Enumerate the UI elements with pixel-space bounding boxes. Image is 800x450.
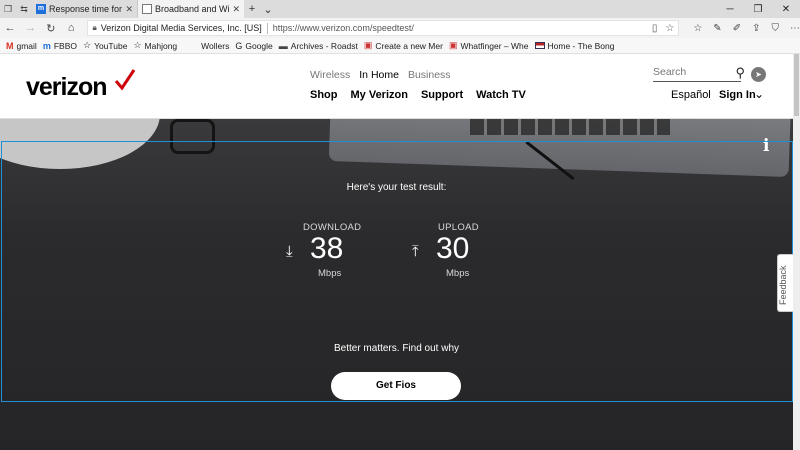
favorite-label: Archives - Roadst xyxy=(290,40,358,51)
lock-icon[interactable]: 🔒︎ xyxy=(92,23,96,33)
nav-support[interactable]: Support xyxy=(421,89,463,101)
signin-link[interactable]: Sign In xyxy=(719,89,756,101)
tab-list-icon[interactable]: ⇆ xyxy=(16,0,32,18)
favorite-gmail[interactable]: Mgmail xyxy=(6,41,37,51)
favorite-label: Create a new Mer xyxy=(375,40,443,51)
result-frame xyxy=(1,141,793,402)
nav-shop[interactable]: Shop xyxy=(310,89,338,101)
favorite-youtube[interactable]: ☆ YouTube xyxy=(83,40,127,51)
url-text[interactable]: https://www.verizon.com/speedtest/ xyxy=(273,23,644,33)
close-window-icon[interactable]: ✕ xyxy=(772,0,800,18)
favorite-label: FBBO xyxy=(53,40,77,51)
favorite-mahjong[interactable]: ☆ Mahjong xyxy=(133,40,177,51)
shield-icon[interactable]: ⛉ xyxy=(771,23,779,34)
minimize-icon[interactable]: ─ xyxy=(716,0,744,18)
scrollbar-thumb[interactable] xyxy=(794,54,799,116)
refresh-icon[interactable]: ↻ xyxy=(41,22,61,35)
url-field[interactable]: 🔒︎ Verizon Digital Media Services, Inc. … xyxy=(87,20,680,36)
reading-view-icon[interactable]: ▯ xyxy=(652,23,658,34)
search-placeholder: Search xyxy=(653,66,687,78)
annotate-icon[interactable]: ✐ xyxy=(733,23,741,34)
more-icon[interactable]: ⋯ xyxy=(790,23,800,34)
folder-icon: ▬ xyxy=(278,40,288,51)
favorite-label: Wollers xyxy=(201,40,230,51)
star-icon: ☆ xyxy=(133,40,142,50)
favorite-google[interactable]: G Google xyxy=(235,41,272,51)
home-icon[interactable]: ⌂ xyxy=(61,22,81,34)
gmail-icon: M xyxy=(6,40,14,51)
upload-unit: Mbps xyxy=(446,268,470,279)
browser-tab-1[interactable]: m Response time for repli ✕ xyxy=(32,0,138,18)
download-arrow-icon: ⤓ xyxy=(286,243,293,260)
back-icon[interactable]: ← xyxy=(0,22,20,34)
location-icon[interactable]: ➤ xyxy=(751,67,766,82)
info-icon[interactable]: i xyxy=(763,136,769,156)
browser-tab-2[interactable]: Broadband and Wi- ✕ xyxy=(138,0,244,18)
favorite-label: Mahjong xyxy=(144,40,178,51)
search-input[interactable]: Search ⚲ xyxy=(653,65,745,82)
site-identity[interactable]: Verizon Digital Media Services, Inc. [US… xyxy=(101,23,262,33)
m-favicon-icon: m xyxy=(36,4,46,14)
favorite-label: Whatfinger – Whe xyxy=(460,40,529,51)
favorite-label: gmail xyxy=(16,40,37,51)
pen-icon[interactable]: ✎ xyxy=(713,23,721,34)
favorite-bong[interactable]: Home - The Bong xyxy=(534,40,615,51)
top-link-in-home[interactable]: In Home xyxy=(359,69,399,81)
favorite-star-icon[interactable]: ☆ xyxy=(665,23,674,34)
get-fios-button[interactable]: Get Fios xyxy=(331,372,461,400)
top-links: Wireless In Home Business xyxy=(310,69,451,81)
favorites-hub-icon[interactable]: ☆ xyxy=(693,23,702,34)
download-unit: Mbps xyxy=(318,268,342,279)
favorite-label: YouTube xyxy=(94,40,128,51)
site-header: verizon Wireless In Home Business Shop M… xyxy=(0,54,793,119)
nav-watch-tv[interactable]: Watch TV xyxy=(476,89,526,101)
checkmark-icon xyxy=(114,69,136,91)
share-icon[interactable]: ⇪ xyxy=(752,23,760,34)
favorite-fbbo[interactable]: m FBBO xyxy=(43,41,77,51)
fbbo-icon: m xyxy=(42,40,51,51)
tab-title: Broadband and Wi- xyxy=(155,4,230,14)
close-tab-icon[interactable]: ✕ xyxy=(125,4,133,15)
page-icon: ▣ xyxy=(448,40,458,50)
upload-arrow-icon: ⤒ xyxy=(412,243,419,260)
close-tab-icon[interactable]: ✕ xyxy=(232,4,240,15)
new-tab-icon[interactable]: + xyxy=(244,0,260,18)
nav-my-verizon[interactable]: My Verizon xyxy=(351,89,408,101)
top-link-wireless[interactable]: Wireless xyxy=(310,69,350,81)
tab-title: Response time for repli xyxy=(49,4,123,14)
page-favicon-icon xyxy=(142,4,152,14)
feedback-tab[interactable]: Feedback xyxy=(777,254,793,312)
download-value: 38 xyxy=(310,232,344,265)
chevron-down-icon[interactable]: ⌄ xyxy=(260,0,276,18)
favorite-wollers[interactable]: Wollers xyxy=(201,41,229,51)
favorites-bar: Mgmail m FBBO ☆ YouTube ☆ Mahjong Wollers G… xyxy=(0,38,800,54)
favorite-create[interactable]: ▣ Create a new Mer xyxy=(364,40,443,51)
favorite-archives[interactable]: ▬ Archives - Roadst xyxy=(279,41,358,51)
chevron-down-icon[interactable]: ⌄ xyxy=(754,87,764,101)
main-nav: Shop My Verizon Support Watch TV xyxy=(310,89,526,101)
google-icon: G xyxy=(235,40,243,51)
favorite-whatfinger[interactable]: ▣ Whatfinger – Whe xyxy=(449,40,529,51)
browser-tab-bar: ❐ ⇆ m Response time for repli ✕ Broadban… xyxy=(0,0,800,18)
top-link-business[interactable]: Business xyxy=(408,69,451,81)
background-keyboard-image xyxy=(470,119,670,135)
forward-icon[interactable]: → xyxy=(20,22,40,34)
favorite-label: Google xyxy=(245,40,273,51)
divider xyxy=(266,22,268,34)
maximize-icon[interactable]: ❐ xyxy=(744,0,772,18)
tagline-link[interactable]: Better matters. Find out why xyxy=(0,343,793,354)
upload-value: 30 xyxy=(436,232,470,265)
page-icon: ▣ xyxy=(363,40,373,50)
address-bar: ← → ↻ ⌂ 🔒︎ Verizon Digital Media Service… xyxy=(0,18,800,38)
result-heading: Here's your test result: xyxy=(346,182,447,193)
star-icon: ☆ xyxy=(82,40,92,50)
search-icon[interactable]: ⚲ xyxy=(735,65,745,81)
flag-icon xyxy=(534,42,545,49)
verizon-logo[interactable]: verizon xyxy=(26,73,108,102)
language-link[interactable]: Español xyxy=(671,89,711,101)
favorite-label: Home - The Bong xyxy=(547,40,615,51)
feedback-label: Feedback xyxy=(778,265,788,305)
tab-actions-icon[interactable]: ❐ xyxy=(0,0,16,18)
